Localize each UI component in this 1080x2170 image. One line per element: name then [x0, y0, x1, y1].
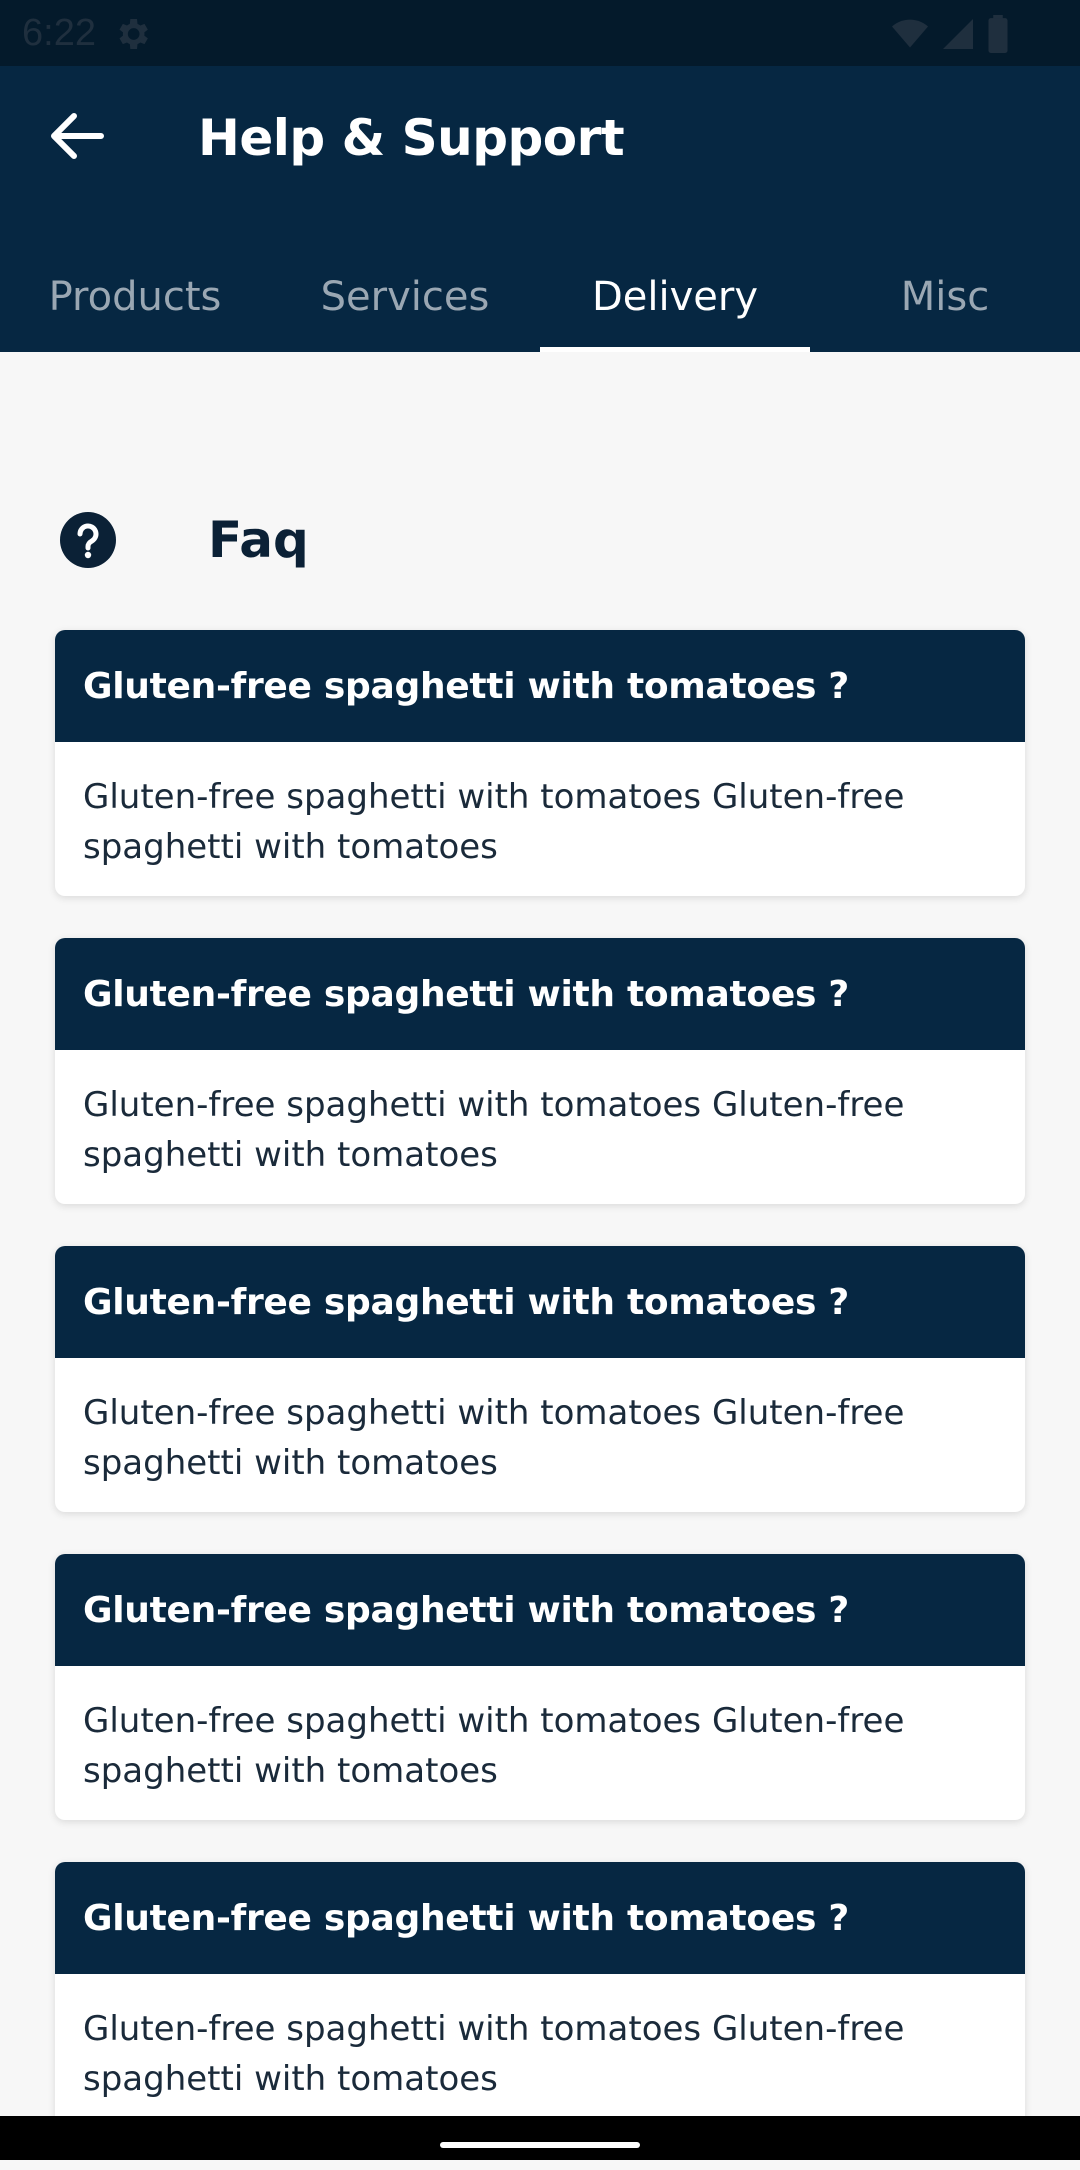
page-title: Help & Support — [198, 109, 625, 167]
app-bar: Help & Support Products Services Deliver… — [0, 66, 1080, 352]
system-nav-bar — [0, 2116, 1080, 2160]
faq-question: Gluten-free spaghetti with tomatoes ? — [55, 1554, 1025, 1666]
tab-products[interactable]: Products — [0, 256, 270, 352]
arrow-left-icon[interactable] — [46, 110, 106, 162]
wifi-icon — [892, 19, 928, 48]
battery-icon — [988, 15, 1008, 53]
faq-answer: Gluten-free spaghetti with tomatoes Glut… — [83, 1701, 905, 1791]
gear-icon — [119, 19, 148, 49]
status-time: 6:22 — [22, 12, 96, 54]
faq-question: Gluten-free spaghetti with tomatoes ? — [55, 1862, 1025, 1974]
tab-bar: Products Services Delivery Misc — [0, 256, 1080, 352]
faq-answer: Gluten-free spaghetti with tomatoes Glut… — [83, 1393, 905, 1483]
faq-question: Gluten-free spaghetti with tomatoes ? — [55, 938, 1025, 1050]
status-bar: 6:22 — [0, 0, 1080, 66]
faq-card[interactable]: Gluten-free spaghetti with tomatoes ? Gl… — [55, 1862, 1025, 2128]
faq-question: Gluten-free spaghetti with tomatoes ? — [55, 1246, 1025, 1358]
home-indicator[interactable] — [440, 2142, 640, 2148]
tab-misc[interactable]: Misc — [810, 256, 1080, 352]
tab-delivery[interactable]: Delivery — [540, 256, 810, 352]
faq-list: Gluten-free spaghetti with tomatoes ? Gl… — [55, 630, 1025, 2170]
faq-card[interactable]: Gluten-free spaghetti with tomatoes ? Gl… — [55, 630, 1025, 896]
faq-answer: Gluten-free spaghetti with tomatoes Glut… — [83, 2009, 905, 2099]
faq-title: Faq — [208, 511, 309, 569]
faq-answer: Gluten-free spaghetti with tomatoes Glut… — [83, 777, 905, 867]
tab-services[interactable]: Services — [270, 256, 540, 352]
faq-card[interactable]: Gluten-free spaghetti with tomatoes ? Gl… — [55, 1246, 1025, 1512]
help-circle-icon — [60, 512, 116, 568]
faq-answer: Gluten-free spaghetti with tomatoes Glut… — [83, 1085, 905, 1175]
faq-section-header: Faq — [60, 510, 760, 570]
status-icons — [890, 14, 1010, 54]
faq-card[interactable]: Gluten-free spaghetti with tomatoes ? Gl… — [55, 1554, 1025, 1820]
signal-icon — [943, 19, 973, 49]
faq-question: Gluten-free spaghetti with tomatoes ? — [55, 630, 1025, 742]
faq-card[interactable]: Gluten-free spaghetti with tomatoes ? Gl… — [55, 938, 1025, 1204]
